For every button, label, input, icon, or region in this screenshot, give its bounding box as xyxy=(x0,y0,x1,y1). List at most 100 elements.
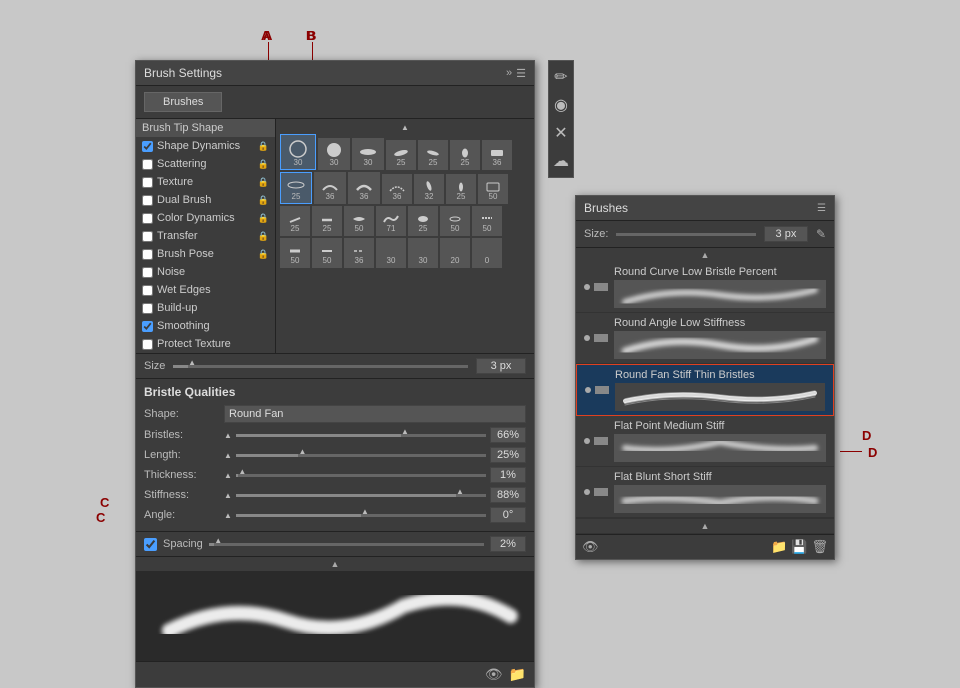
bp-save-icon[interactable]: 💾 xyxy=(791,539,807,555)
brush-thumb-r4-2[interactable]: 50 xyxy=(312,238,342,268)
brush-item-flat-blunt-short[interactable]: Flat Blunt Short Stiff xyxy=(576,467,834,518)
brush-thumb-r2-4[interactable]: 36 xyxy=(382,174,412,204)
spacing-value[interactable]: 2% xyxy=(490,536,526,552)
noise-item[interactable]: Noise xyxy=(136,263,275,281)
bristle-thickness-row: Thickness: ▲ ▲ 1% xyxy=(144,467,526,483)
brush-thumb-r2-5[interactable]: 32 xyxy=(414,174,444,204)
transfer-check[interactable] xyxy=(142,231,153,242)
brush-thumb-r3-3[interactable]: 50 xyxy=(344,206,374,236)
brush-thumb-r4-5[interactable]: 30 xyxy=(408,238,438,268)
scattering-item[interactable]: Scattering 🔒 xyxy=(136,155,275,173)
smoothing-check[interactable] xyxy=(142,321,153,332)
brush-thumb-5[interactable]: 25 xyxy=(418,140,448,170)
brushes-button[interactable]: Brushes xyxy=(144,92,222,112)
settings-icon[interactable]: ✕ xyxy=(553,123,569,143)
brush-item-flat-point-medium[interactable]: Flat Point Medium Stiff xyxy=(576,416,834,467)
brush-thumb-r4-1[interactable]: 50 xyxy=(280,238,310,268)
dual-brush-check[interactable] xyxy=(142,195,153,206)
bristle-angle-slider-wrap: ▲ ▲ 0° xyxy=(224,507,526,523)
bristle-angle-slider[interactable]: ▲ xyxy=(236,514,486,517)
bristle-shape-select[interactable]: Round Fan Round Curve Blunt Curve Angle … xyxy=(224,405,526,423)
brush-thumb-r3-7[interactable]: 50 xyxy=(472,206,502,236)
color-dynamics-item[interactable]: Color Dynamics 🔒 xyxy=(136,209,275,227)
scattering-check[interactable] xyxy=(142,159,153,170)
brush-item-round-fan-stiff[interactable]: Round Fan Stiff Thin Bristles xyxy=(576,364,834,416)
transfer-item[interactable]: Transfer 🔒 xyxy=(136,227,275,245)
brushes-list[interactable]: Round Curve Low Bristle Percent Round An… xyxy=(576,262,834,518)
smoothing-item[interactable]: Smoothing xyxy=(136,317,275,335)
brush-pose-item[interactable]: Brush Pose 🔒 xyxy=(136,245,275,263)
brush-thumb-r3-2[interactable]: 25 xyxy=(312,206,342,236)
panel-menu-icon[interactable]: ☰ xyxy=(516,67,526,80)
brush-thumb-r2-6[interactable]: 25 xyxy=(446,174,476,204)
brush-thumb-r4-6[interactable]: 20 xyxy=(440,238,470,268)
brush-pose-check[interactable] xyxy=(142,249,153,260)
bristle-stiffness-slider[interactable]: ▲ xyxy=(236,494,486,497)
spacing-checkbox[interactable] xyxy=(144,538,157,551)
bristle-length-slider[interactable]: ▲ xyxy=(236,454,486,457)
protect-texture-item[interactable]: Protect Texture xyxy=(136,335,275,353)
bristle-thickness-slider[interactable]: ▲ xyxy=(236,474,486,477)
brush-item-preview-1 xyxy=(614,280,826,308)
brush-thumb-r3-6[interactable]: 50 xyxy=(440,206,470,236)
brush-thumb-r3-4[interactable]: 71 xyxy=(376,206,406,236)
bristle-stiffness-value[interactable]: 88% xyxy=(490,487,526,503)
wet-edges-check[interactable] xyxy=(142,285,153,296)
brush-thumb-7[interactable]: 36 xyxy=(482,140,512,170)
brush-thumb-r4-4[interactable]: 30 xyxy=(376,238,406,268)
toolbar-eye-icon[interactable]: 👁 xyxy=(485,666,503,683)
size-value[interactable]: 3 px xyxy=(476,358,526,374)
brush-thumb-2[interactable]: 30 xyxy=(318,138,350,170)
brush-thumb-r4-3[interactable]: 36 xyxy=(344,238,374,268)
build-up-check[interactable] xyxy=(142,303,153,314)
shape-dynamics-check[interactable] xyxy=(142,141,153,152)
brush-thumb-6[interactable]: 25 xyxy=(450,140,480,170)
texture-check[interactable] xyxy=(142,177,153,188)
bp-folder-icon[interactable]: 📁 xyxy=(771,539,787,555)
brush-item-round-angle-low[interactable]: Round Angle Low Stiffness xyxy=(576,313,834,364)
noise-check[interactable] xyxy=(142,267,153,278)
panel-expand-icon[interactable]: » xyxy=(506,67,512,79)
edit-icon[interactable]: ✏ xyxy=(553,67,569,87)
wet-edges-item[interactable]: Wet Edges xyxy=(136,281,275,299)
brush-tip-shape-item[interactable]: Brush Tip Shape xyxy=(136,119,275,137)
brush-thumb-3[interactable]: 30 xyxy=(352,138,384,170)
size-slider[interactable]: ▲ xyxy=(173,365,468,368)
brush-thumb-selected[interactable]: 30 xyxy=(280,134,316,170)
bs-size-slider[interactable] xyxy=(616,233,755,236)
protect-texture-check[interactable] xyxy=(142,339,153,350)
shape-dynamics-item[interactable]: Shape Dynamics 🔒 xyxy=(136,137,275,155)
bp-delete-icon[interactable]: 🗑 xyxy=(811,539,828,555)
bristle-shape-label: Shape: xyxy=(144,408,224,420)
brush-item-round-curve-low[interactable]: Round Curve Low Bristle Percent xyxy=(576,262,834,313)
bristle-length-value[interactable]: 25% xyxy=(490,447,526,463)
lock-icon-color: 🔒 xyxy=(258,213,269,224)
bs-edit-icon[interactable]: ✎ xyxy=(816,227,826,241)
brush-thumb-r3-1[interactable]: 25 xyxy=(280,206,310,236)
texture-item[interactable]: Texture 🔒 xyxy=(136,173,275,191)
brush-thumb-r4-7[interactable]: 0 xyxy=(472,238,502,268)
build-up-item[interactable]: Build-up xyxy=(136,299,275,317)
brush-thumb-r2-7[interactable]: 50 xyxy=(478,174,508,204)
brush-thumb-selected2[interactable]: 25 xyxy=(280,172,312,204)
size-indicator-triangle: ▲ xyxy=(280,123,530,132)
bristle-angle-value[interactable]: 0° xyxy=(490,507,526,523)
bp-eye-icon[interactable]: 👁 xyxy=(582,539,599,555)
bristle-bristles-value[interactable]: 66% xyxy=(490,427,526,443)
brush-thumb-r2-3[interactable]: 36 xyxy=(348,172,380,204)
cloud-icon[interactable]: ☁ xyxy=(553,151,569,171)
brushes-panel-menu-icon[interactable]: ☰ xyxy=(817,203,826,214)
brush-thumb-r2-2[interactable]: 36 xyxy=(314,172,346,204)
bristle-bristles-slider[interactable]: ▲ xyxy=(236,434,486,437)
brush-thumb-r3-5[interactable]: 25 xyxy=(408,206,438,236)
toolbar-folder-icon[interactable]: 📁 xyxy=(509,666,526,683)
brush-settings-title: Brush Settings xyxy=(144,66,222,80)
color-dynamics-check[interactable] xyxy=(142,213,153,224)
person-icon[interactable]: ◉ xyxy=(553,95,569,115)
bs-size-value[interactable]: 3 px xyxy=(764,226,808,242)
spacing-slider[interactable]: ▲ xyxy=(209,543,484,546)
brush-thumb-4[interactable]: 25 xyxy=(386,140,416,170)
bristle-thickness-value[interactable]: 1% xyxy=(490,467,526,483)
dual-brush-item[interactable]: Dual Brush 🔒 xyxy=(136,191,275,209)
wet-edges-label: Wet Edges xyxy=(157,284,269,296)
